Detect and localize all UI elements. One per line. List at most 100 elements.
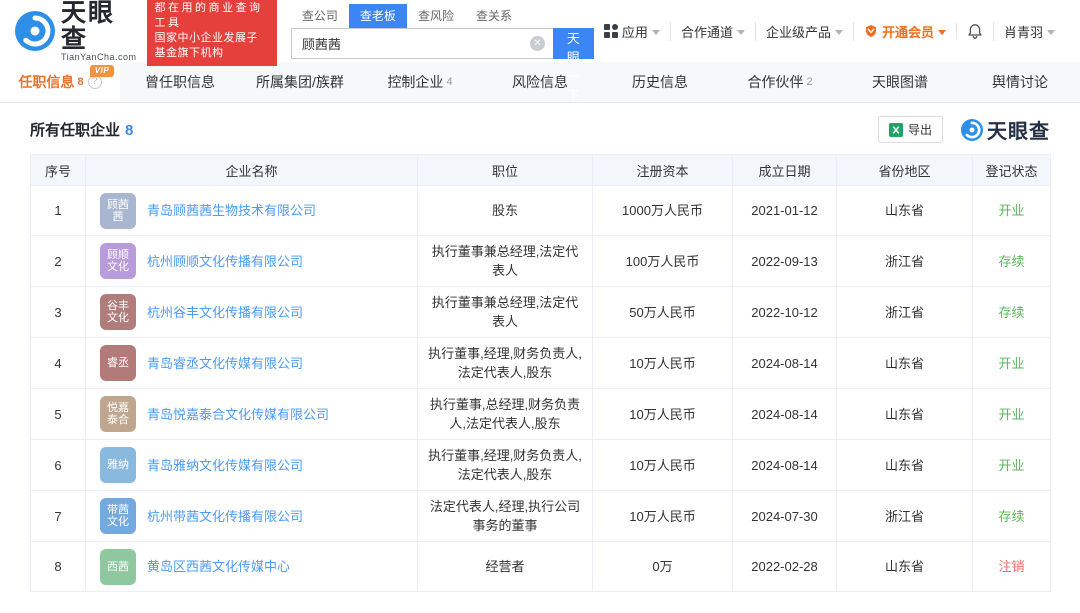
date-cell: 2022-10-12 [733, 287, 837, 338]
tab-曾任职信息[interactable]: 曾任职信息 [120, 62, 240, 102]
capital-cell: 50万人民币 [593, 287, 733, 338]
company-link[interactable]: 杭州谷丰文化传播有限公司 [147, 303, 303, 322]
position-cell: 经营者 [418, 542, 593, 592]
company-link[interactable]: 青岛睿丞文化传媒有限公司 [147, 354, 303, 373]
tab-风险信息[interactable]: 风险信息 [480, 62, 600, 102]
company-cell: 顾茜茜青岛顾茜茜生物技术有限公司 [86, 186, 418, 236]
date-cell: 2024-08-14 [733, 440, 837, 491]
row-index: 5 [31, 389, 86, 440]
company-logo-text: 悦嘉 [107, 402, 129, 414]
tab-历史信息[interactable]: 历史信息 [600, 62, 720, 102]
tab-label: 舆情讨论 [992, 72, 1048, 92]
company-logo[interactable]: 顾顺文化 [100, 243, 136, 279]
row-index: 1 [31, 186, 86, 236]
search-tab-查关系[interactable]: 查关系 [465, 4, 523, 28]
company-cell: 雅纳 青岛雅纳文化传媒有限公司 [86, 440, 418, 491]
table-row: 4睿丞青岛睿丞文化传媒有限公司执行董事,经理,财务负责人,法定代表人,股东10万… [31, 338, 1051, 389]
company-link[interactable]: 黄岛区西茜文化传媒中心 [147, 557, 290, 576]
status-badge: 存续 [973, 236, 1051, 287]
table-row: 3谷丰文化杭州谷丰文化传播有限公司执行董事兼总经理,法定代表人50万人民币202… [31, 287, 1051, 338]
company-link[interactable]: 杭州带茜文化传播有限公司 [147, 507, 303, 526]
company-logo[interactable]: 西茜 [100, 549, 136, 585]
nav-item-label: 合作通道 [681, 22, 733, 41]
help-icon: ? [88, 75, 102, 89]
bell-icon [967, 23, 983, 39]
search-button[interactable]: 天眼一下 [553, 28, 594, 59]
nav-item-label: 肖青羽 [1004, 22, 1043, 41]
capital-cell: 10万人民币 [593, 491, 733, 542]
date-cell: 2024-08-14 [733, 389, 837, 440]
position-cell: 执行董事,经理,财务负责人,法定代表人,股东 [418, 338, 593, 389]
company-cell: 谷丰文化杭州谷丰文化传播有限公司 [86, 287, 418, 338]
company-logo[interactable]: 顾茜茜 [100, 193, 136, 229]
company-logo[interactable]: 睿丞 [100, 345, 136, 381]
company-logo[interactable]: 谷丰文化 [100, 294, 136, 330]
company-link[interactable]: 青岛顾茜茜生物技术有限公司 [147, 201, 316, 220]
tab-label: 曾任职信息 [145, 72, 215, 92]
tianyancha-logo[interactable]: 天眼查 TianYanCha.com [15, 0, 137, 62]
export-button[interactable]: 导出 [878, 116, 943, 143]
nav-item-开通会员[interactable]: 开通会员 [853, 22, 956, 41]
column-header-0: 序号 [31, 155, 86, 186]
section-title-text: 所有任职企业 [30, 122, 120, 139]
search-area: 查公司查老板查风险查关系 ✕ 天眼一下 [291, 4, 594, 59]
search-tab-查公司[interactable]: 查公司 [291, 4, 349, 28]
region-cell: 山东省 [837, 389, 973, 440]
promo-line1: 都在用的商业查询工具 [155, 1, 269, 31]
column-header-5: 省份地区 [837, 155, 973, 186]
date-cell: 2024-07-30 [733, 491, 837, 542]
row-index: 4 [31, 338, 86, 389]
clear-icon[interactable]: ✕ [530, 36, 545, 51]
nav-item-bell-icon[interactable] [956, 23, 993, 39]
status-badge: 开业 [973, 440, 1051, 491]
company-logo[interactable]: 悦嘉泰合 [100, 396, 136, 432]
excel-icon [889, 123, 903, 137]
capital-cell: 10万人民币 [593, 440, 733, 491]
company-logo[interactable]: 雅纳 [100, 447, 136, 483]
tab-所属集团/族群[interactable]: 所属集团/族群 [240, 62, 360, 102]
tab-count: 8 [77, 76, 83, 88]
tab-任职信息[interactable]: 任职信息8?VIP [0, 62, 120, 102]
tab-控制企业[interactable]: 控制企业4 [360, 62, 480, 102]
nav-item-label: 开通会员 [882, 22, 934, 41]
chevron-down-icon [835, 30, 843, 35]
chevron-down-icon [1047, 30, 1055, 35]
nav-item-合作通道[interactable]: 合作通道 [670, 22, 755, 41]
company-logo[interactable]: 带茜文化 [100, 498, 136, 534]
section-bar: 所有任职企业8 导出 天眼查 [0, 103, 1080, 154]
search-input[interactable] [291, 28, 553, 59]
table-header-row: 序号企业名称职位注册资本成立日期省份地区登记状态 [31, 155, 1051, 186]
company-link[interactable]: 青岛雅纳文化传媒有限公司 [147, 456, 303, 475]
position-cell: 股东 [418, 186, 593, 236]
company-link[interactable]: 杭州顾顺文化传播有限公司 [147, 252, 303, 271]
export-label: 导出 [908, 121, 932, 138]
row-index: 8 [31, 542, 86, 592]
table-row: 5悦嘉泰合青岛悦嘉泰合文化传媒有限公司执行董事,总经理,财务负责人,法定代表人,… [31, 389, 1051, 440]
region-cell: 山东省 [837, 542, 973, 592]
nav-item-应用[interactable]: 应用 [594, 22, 670, 41]
status-badge: 存续 [973, 491, 1051, 542]
search-tab-查老板[interactable]: 查老板 [349, 4, 407, 28]
nav-item-企业级产品[interactable]: 企业级产品 [755, 22, 853, 41]
company-logo-text: 顾茜 [107, 199, 129, 211]
search-tab-查风险[interactable]: 查风险 [407, 4, 465, 28]
company-link[interactable]: 青岛悦嘉泰合文化传媒有限公司 [147, 405, 329, 424]
region-cell: 浙江省 [837, 491, 973, 542]
tab-label: 任职信息 [18, 72, 74, 92]
company-cell: 顾顺文化杭州顾顺文化传播有限公司 [86, 236, 418, 287]
company-logo-text: 睿丞 [107, 357, 129, 369]
company-logo-text: 雅纳 [107, 459, 129, 471]
table-row: 1顾茜茜青岛顾茜茜生物技术有限公司股东1000万人民币2021-01-12山东省… [31, 186, 1051, 236]
status-badge: 开业 [973, 389, 1051, 440]
position-cell: 执行董事兼总经理,法定代表人 [418, 236, 593, 287]
tab-舆情讨论[interactable]: 舆情讨论 [960, 62, 1080, 102]
tianyancha-swirl-icon [961, 119, 983, 141]
tab-合作伙伴[interactable]: 合作伙伴2 [720, 62, 840, 102]
nav-item-肖青羽[interactable]: 肖青羽 [993, 22, 1065, 41]
tab-天眼图谱[interactable]: 天眼图谱 [840, 62, 960, 102]
tianyancha-swirl-icon [15, 11, 55, 51]
chevron-down-icon [652, 30, 660, 35]
tab-label: 控制企业 [387, 72, 443, 92]
logo-subtitle: TianYanCha.com [61, 52, 137, 62]
company-logo-text: 文化 [107, 516, 129, 528]
